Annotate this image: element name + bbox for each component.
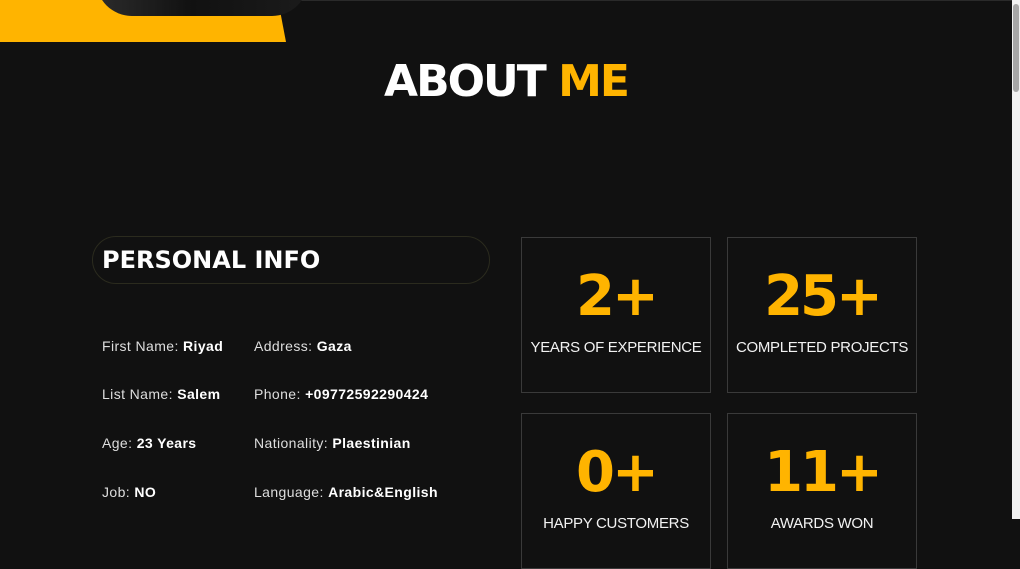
info-last-name: List Name: Salem	[102, 386, 220, 402]
info-value: Arabic&English	[328, 484, 438, 500]
info-value: 23 Years	[136, 435, 197, 451]
info-age: Age: 23 Years	[102, 435, 196, 451]
stat-label: HAPPY CUSTOMERS	[543, 515, 689, 532]
stat-label: COMPLETED PROJECTS	[735, 339, 909, 356]
info-address: Address: Gaza	[254, 338, 352, 354]
info-value: Gaza	[316, 338, 352, 354]
info-label: Nationality:	[254, 435, 329, 451]
personal-info-header: PERSONAL INFO	[92, 236, 490, 284]
info-label: First Name:	[102, 338, 179, 354]
info-value: Plaestinian	[332, 435, 411, 451]
info-value: +09772592290424	[305, 386, 429, 402]
info-first-name: First Name: Riyad	[102, 338, 223, 354]
info-phone: Phone: +09772592290424	[254, 386, 428, 402]
section-title-accent: ME	[558, 56, 630, 107]
stat-label: YEARS OF EXPERIENCE	[530, 339, 702, 356]
stat-label: AWARDS WON	[770, 515, 874, 532]
info-language: Language: Arabic&English	[254, 484, 438, 500]
info-label: Job:	[102, 484, 131, 500]
section-title: ABOUT ME	[0, 56, 1012, 107]
page-scrollbar[interactable]	[1012, 0, 1020, 519]
section-title-main: ABOUT	[384, 56, 547, 107]
scrollbar-thumb[interactable]	[1013, 4, 1019, 92]
stat-card-experience: 2+ YEARS OF EXPERIENCE	[521, 237, 711, 393]
profile-photo-edge	[96, 0, 308, 16]
stat-card-awards: 11+ AWARDS WON	[727, 413, 917, 569]
personal-info-title: PERSONAL INFO	[102, 246, 321, 274]
info-nationality: Nationality: Plaestinian	[254, 435, 411, 451]
info-label: Address:	[254, 338, 313, 354]
stat-number: 25+	[764, 264, 883, 329]
stat-number: 2+	[576, 264, 659, 329]
info-value: NO	[134, 484, 157, 500]
info-label: Phone:	[254, 386, 301, 402]
stat-card-projects: 25+ COMPLETED PROJECTS	[727, 237, 917, 393]
info-label: List Name:	[102, 386, 173, 402]
info-value: Salem	[177, 386, 221, 402]
info-value: Riyad	[183, 338, 224, 354]
info-label: Language:	[254, 484, 324, 500]
info-job: Job: NO	[102, 484, 156, 500]
stat-number: 11+	[764, 440, 883, 505]
stat-card-customers: 0+ HAPPY CUSTOMERS	[521, 413, 711, 569]
stat-number: 0+	[576, 440, 659, 505]
info-label: Age:	[102, 435, 133, 451]
